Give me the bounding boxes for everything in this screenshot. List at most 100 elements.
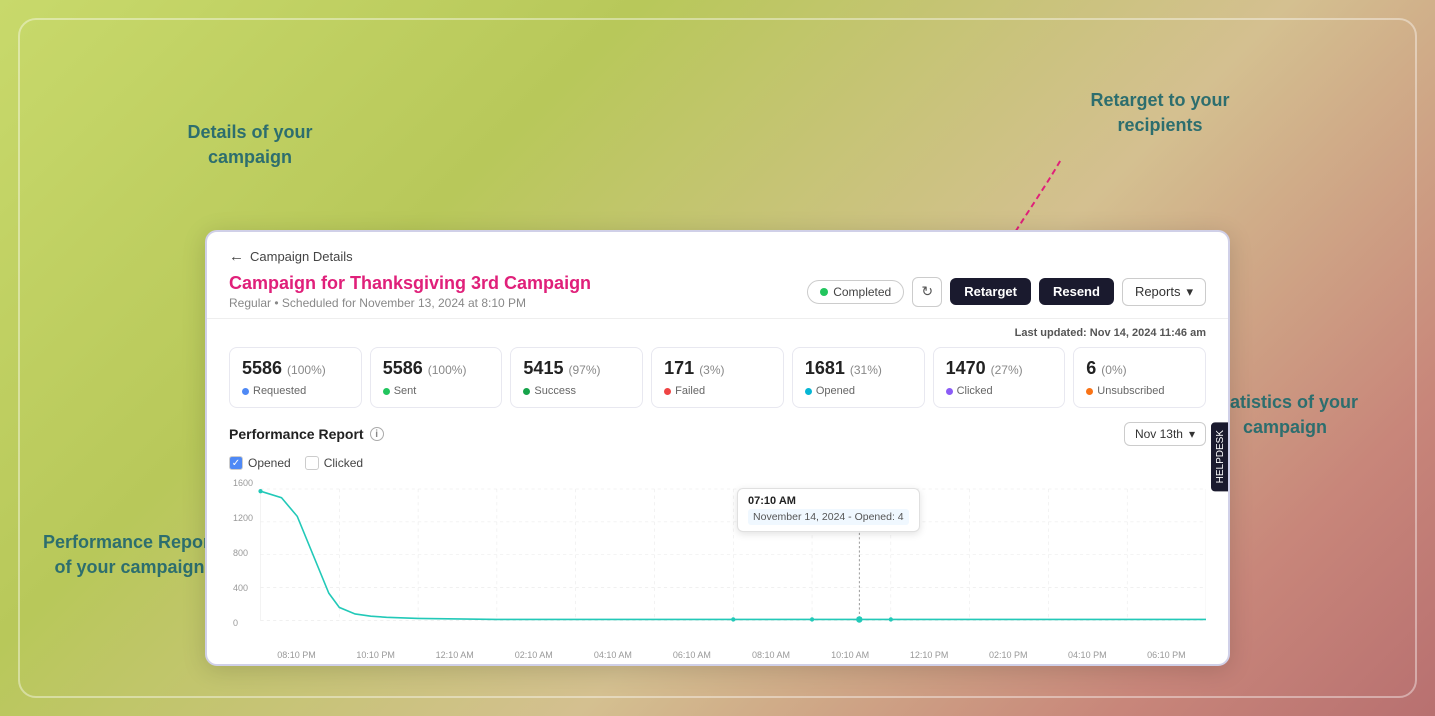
resend-button[interactable]: Resend [1039,278,1114,305]
stats-section: Last updated: Nov 14, 2024 11:46 am 5586… [207,319,1228,408]
y-axis-label: 1200 [233,513,253,523]
chart-tooltip: 07:10 AM November 14, 2024 - Opened: 4 [737,488,920,532]
x-axis-label: 06:10 AM [652,650,731,660]
retarget-button[interactable]: Retarget [950,278,1031,305]
x-axis-label: 06:10 PM [1127,650,1206,660]
panel-header: ← Campaign Details Campaign for Thanksgi… [207,232,1228,319]
legend-label: Clicked [324,456,363,470]
stat-number: 5415 (97%) [523,358,630,379]
stat-pct: (100%) [428,363,467,377]
annotation-perf: Performance Report of your campaign [42,530,217,580]
stat-dot-icon [1086,388,1093,395]
campaign-name: Thanksgiving 3rd Campaign [350,273,591,293]
date-filter-dropdown[interactable]: Nov 13th ▾ [1124,422,1206,446]
stat-number: 5586 (100%) [383,358,490,379]
y-axis-label: 0 [233,618,253,628]
outer-wrapper: Details of your campaign Retarget to you… [18,18,1417,698]
x-axis-label: 08:10 AM [731,650,810,660]
stat-pct: (97%) [568,363,600,377]
stat-label-text: Sent [394,385,417,397]
date-label: November 13, 2024 [229,664,1206,666]
stat-pct: (3%) [699,363,724,377]
stat-label-text: Clicked [957,385,993,397]
x-axis-label: 10:10 AM [811,650,890,660]
x-axis-label: 12:10 AM [415,650,494,660]
annotation-details: Details of your campaign [160,120,340,170]
back-link[interactable]: ← Campaign Details [229,248,1206,265]
stat-card: 171 (3%) Failed [651,347,784,408]
perf-title: Performance Report i [229,426,384,442]
stat-label: Success [523,385,630,397]
stat-dot-icon [383,388,390,395]
campaign-title: Campaign for Thanksgiving 3rd Campaign [229,273,591,294]
stat-card: 1470 (27%) Clicked [933,347,1066,408]
perf-header: Performance Report i Nov 13th ▾ [229,422,1206,446]
stat-label-text: Failed [675,385,705,397]
stat-number: 1681 (31%) [805,358,912,379]
stat-card: 5586 (100%) Sent [370,347,503,408]
stat-label: Opened [805,385,912,397]
last-updated-label: Last updated: [1015,327,1087,339]
stat-dot-icon [805,388,812,395]
tooltip-time: 07:10 AM [748,495,909,507]
stat-dot-icon [242,388,249,395]
campaign-subtitle: Regular • Scheduled for November 13, 202… [229,296,591,310]
legend-label: Opened [248,456,291,470]
annotation-retarget: Retarget to your recipients [1050,88,1270,138]
perf-title-label: Performance Report [229,426,364,442]
refresh-button[interactable]: ↻ [912,277,942,307]
stat-label-text: Requested [253,385,306,397]
stat-label-text: Opened [816,385,855,397]
reports-dropdown[interactable]: Reports ▾ [1122,278,1206,306]
stat-card: 5415 (97%) Success [510,347,643,408]
y-axis-label: 400 [233,583,253,593]
info-icon[interactable]: i [370,427,384,441]
legend-checkbox[interactable]: ✓ [229,456,243,470]
stat-dot-icon [664,388,671,395]
stat-label: Sent [383,385,490,397]
chart-date-label: November 13, 2024 [676,664,773,666]
stat-label: Requested [242,385,349,397]
stat-pct: (100%) [287,363,326,377]
stat-card: 1681 (31%) Opened [792,347,925,408]
stat-label: Unsubscribed [1086,385,1193,397]
campaign-info: Campaign for Thanksgiving 3rd Campaign R… [229,273,591,310]
stat-pct: (0%) [1101,363,1126,377]
stat-card: 5586 (100%) Requested [229,347,362,408]
back-label: Campaign Details [250,249,353,264]
legend-item: Clicked [305,456,363,470]
ui-panel: ← Campaign Details Campaign for Thanksgi… [205,230,1230,666]
chart-container: 160012008004000 [229,478,1206,648]
last-updated: Last updated: Nov 14, 2024 11:46 am [229,327,1206,339]
back-arrow-icon: ← [229,248,244,265]
legend-checkbox[interactable] [305,456,319,470]
stat-number: 5586 (100%) [242,358,349,379]
stat-label: Clicked [946,385,1053,397]
stat-pct: (31%) [850,363,882,377]
stat-number: 6 (0%) [1086,358,1193,379]
stat-dot-icon [946,388,953,395]
stat-number: 1470 (27%) [946,358,1053,379]
x-axis-label: 08:10 PM [257,650,336,660]
status-label: Completed [833,285,891,299]
status-badge: Completed [807,280,904,304]
stat-label-text: Success [534,385,576,397]
legend-item: ✓ Opened [229,456,291,470]
status-dot-icon [820,288,828,296]
reports-label: Reports [1135,284,1181,299]
x-axis-label: 04:10 AM [573,650,652,660]
campaign-title-row: Campaign for Thanksgiving 3rd Campaign R… [229,273,1206,310]
chevron-down-icon: ▾ [1186,284,1193,300]
x-axis-label: 02:10 PM [969,650,1048,660]
tooltip-detail: November 14, 2024 - Opened: 4 [748,509,909,525]
header-actions: Completed ↻ Retarget Resend Reports ▾ [807,277,1206,307]
chart-svg [229,478,1206,648]
x-axis-label: 02:10 AM [494,650,573,660]
y-axis-label: 800 [233,548,253,558]
x-axis: 08:10 PM10:10 PM12:10 AM02:10 AM04:10 AM… [229,650,1206,660]
stat-label-text: Unsubscribed [1097,385,1164,397]
chart-legend: ✓ Opened Clicked [229,456,1206,470]
stat-label: Failed [664,385,771,397]
stat-dot-icon [523,388,530,395]
helpdesk-tab[interactable]: HELPDESK [1211,422,1230,491]
